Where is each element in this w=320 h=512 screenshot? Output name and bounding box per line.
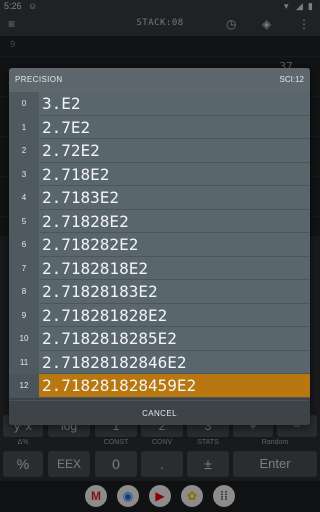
- precision-option-value-box: 2.7182818285E2: [39, 327, 310, 351]
- dialog-header: PRECISION SCI:12: [9, 68, 310, 92]
- precision-option[interactable]: 9 2.718281828E2: [9, 303, 310, 327]
- precision-option-value: 2.72E2: [42, 141, 100, 160]
- precision-option-value: 2.7183E2: [42, 188, 120, 207]
- precision-option-value: 2.71828182846E2: [42, 352, 187, 372]
- precision-option-value: 2.7182818E2: [42, 258, 148, 278]
- precision-option-value-box: 2.7E2: [39, 115, 310, 139]
- precision-option[interactable]: 4 2.7183E2: [9, 186, 310, 210]
- precision-option-value-box: 2.718281828E2: [39, 303, 310, 327]
- precision-option-index: 0: [9, 92, 39, 116]
- precision-option-value: 2.718E2: [42, 164, 110, 184]
- precision-option-value-box: 2.7182818E2: [39, 256, 310, 280]
- precision-option-value: 3.E2: [42, 94, 81, 113]
- precision-option-value-box: 3.E2: [39, 92, 310, 116]
- precision-option[interactable]: 1 2.7E2: [9, 115, 310, 139]
- precision-option[interactable]: 11 2.71828182846E2: [9, 350, 310, 374]
- precision-option-index: 6: [9, 233, 39, 257]
- precision-option-index: 10: [9, 327, 39, 351]
- precision-option[interactable]: 12 2.718281828459E2: [9, 374, 310, 398]
- precision-option-value-box: 2.7183E2: [39, 186, 310, 210]
- cancel-button[interactable]: CANCEL: [9, 400, 310, 425]
- precision-option-value-box: 2.718E2: [39, 162, 310, 186]
- precision-option[interactable]: 3 2.718E2: [9, 162, 310, 186]
- precision-option-value-box: 2.71828E2: [39, 209, 310, 233]
- precision-option-value-box: 2.718281828459E2: [39, 374, 310, 398]
- precision-option-index: 5: [9, 209, 39, 233]
- precision-option-value: 2.7182818285E2: [42, 329, 177, 348]
- precision-option-index: 8: [9, 280, 39, 304]
- precision-option-value-box: 2.71828183E2: [39, 280, 310, 304]
- precision-option-value-box: 2.71828182846E2: [39, 350, 310, 374]
- precision-dialog: PRECISION SCI:12 0 3.E2 1 2.7E2 2 2.72E2 3 2.71…: [9, 68, 310, 425]
- precision-option-value: 2.71828183E2: [42, 282, 158, 301]
- precision-option-value: 2.7E2: [42, 117, 91, 137]
- precision-option-index: 2: [9, 139, 39, 163]
- dialog-title: PRECISION: [15, 75, 63, 84]
- precision-option-index: 4: [9, 186, 39, 210]
- precision-option[interactable]: 2 2.72E2: [9, 139, 310, 163]
- precision-option[interactable]: 7 2.7182818E2: [9, 256, 310, 280]
- precision-option-value: 2.718281828E2: [42, 305, 168, 325]
- precision-option[interactable]: 5 2.71828E2: [9, 209, 310, 233]
- precision-option-value: 2.718282E2: [42, 235, 139, 254]
- precision-option-value: 2.71828E2: [42, 211, 129, 231]
- precision-option[interactable]: 6 2.718282E2: [9, 233, 310, 257]
- precision-option[interactable]: 10 2.7182818285E2: [9, 327, 310, 351]
- precision-option-value: 2.718281828459E2: [42, 376, 197, 395]
- precision-option-index: 11: [9, 350, 39, 374]
- precision-option[interactable]: 8 2.71828183E2: [9, 280, 310, 304]
- precision-option-value-box: 2.72E2: [39, 139, 310, 163]
- dialog-mode: SCI:12: [279, 75, 304, 84]
- precision-option-index: 7: [9, 256, 39, 280]
- precision-option-index: 3: [9, 162, 39, 186]
- precision-option-value-box: 2.718282E2: [39, 233, 310, 257]
- precision-option[interactable]: 0 3.E2: [9, 92, 310, 116]
- precision-option-index: 1: [9, 115, 39, 139]
- precision-option-index: 12: [9, 374, 39, 398]
- precision-option-index: 9: [9, 303, 39, 327]
